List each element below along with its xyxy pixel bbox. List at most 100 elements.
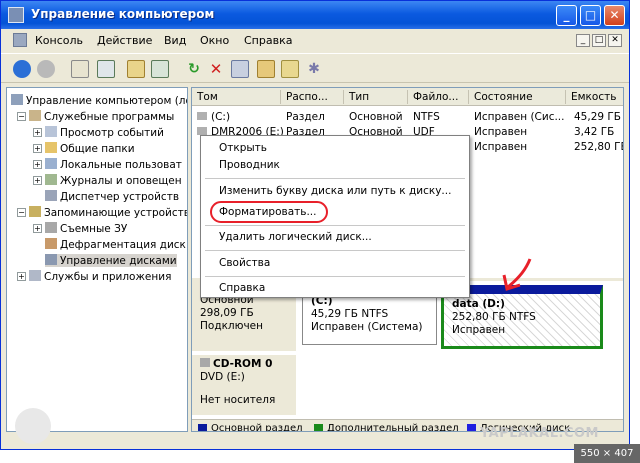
- menu-console[interactable]: Консоль: [35, 34, 83, 47]
- cdrom-0-label[interactable]: CD-ROM 0 DVD (E:) Нет носителя: [192, 355, 296, 415]
- collapse-toggle[interactable]: −: [17, 112, 26, 121]
- collapse-toggle[interactable]: −: [17, 208, 26, 217]
- users-icon: [45, 158, 57, 169]
- column-header-capacity[interactable]: Емкость: [571, 91, 616, 103]
- minimize-button[interactable]: _: [556, 5, 577, 26]
- menu-item-help[interactable]: Справка: [219, 282, 265, 294]
- cdrom-drive: DVD (E:): [200, 371, 245, 383]
- tree-item-device-manager[interactable]: Диспетчер устройств: [45, 190, 179, 203]
- column-header-type[interactable]: Тип: [349, 91, 369, 103]
- table-row[interactable]: (C:) Раздел Основной NTFS Исправен (Сис.…: [192, 110, 623, 125]
- tree-item-removable-storage[interactable]: Съемные ЗУ: [45, 222, 127, 235]
- tree-item-services-apps[interactable]: Службы и приложения: [29, 270, 171, 283]
- show-tree-icon[interactable]: [97, 60, 115, 78]
- open-folder-icon[interactable]: [257, 60, 275, 78]
- menu-item-delete-logical-drive[interactable]: Удалить логический диск...: [219, 231, 372, 243]
- menu-item-explore[interactable]: Проводник: [219, 159, 280, 171]
- menu-item-change-drive-letter[interactable]: Изменить букву диска или путь к диску...: [219, 185, 451, 197]
- menu-help[interactable]: Справка: [244, 34, 292, 47]
- partition-status: Исправен: [452, 324, 506, 336]
- partition-size: 45,29 ГБ NTFS: [311, 308, 389, 320]
- column-header-filesystem[interactable]: Файло...: [413, 91, 458, 103]
- check-disk-icon[interactable]: [231, 60, 249, 78]
- delete-icon[interactable]: ✕: [207, 60, 225, 78]
- expand-toggle[interactable]: +: [33, 176, 42, 185]
- expand-toggle[interactable]: +: [33, 144, 42, 153]
- removable-storage-icon: [45, 222, 57, 233]
- close-button[interactable]: ✕: [604, 5, 625, 26]
- logs-icon: [45, 174, 57, 185]
- disk-graphical-view: Основной 298,09 ГБ Подключен (C:) 45,29 …: [192, 278, 623, 432]
- settings-icon[interactable]: ✱: [305, 60, 323, 78]
- red-arrow-icon: [502, 258, 532, 291]
- image-size-badge: 550 × 407: [574, 444, 640, 463]
- properties-icon[interactable]: [127, 60, 145, 78]
- search-icon[interactable]: [281, 60, 299, 78]
- cell-capacity: 3,42 ГБ: [574, 126, 615, 138]
- legend-label-extended: Дополнительный раздел: [327, 423, 459, 432]
- mdi-close-button[interactable]: ✕: [608, 34, 622, 47]
- tree-item-computer-management[interactable]: Управление компьютером (ло: [11, 94, 187, 107]
- tree-item-shared-folders[interactable]: Общие папки: [45, 142, 135, 155]
- cell-status: Исправен: [474, 141, 528, 153]
- tree-item-disk-management[interactable]: Управление дисками: [45, 254, 177, 267]
- cdrom-icon: [200, 358, 210, 367]
- menu-window[interactable]: Окно: [200, 34, 229, 47]
- expand-toggle[interactable]: +: [17, 272, 26, 281]
- volume-list-header: Том Распо... Тип Файло... Состояние Емко…: [192, 88, 623, 106]
- disk-status: Подключен: [200, 320, 263, 332]
- cd-drive-icon: [197, 127, 207, 135]
- legend-label-primary: Основной раздел: [211, 423, 303, 432]
- cell-type: Основной: [349, 111, 403, 123]
- console-icon: [13, 33, 27, 47]
- legend-swatch-logical: [467, 424, 476, 431]
- column-header-status[interactable]: Состояние: [474, 91, 533, 103]
- shared-folder-icon: [45, 142, 57, 153]
- cdrom-title: CD-ROM 0: [200, 358, 288, 371]
- menu-item-open[interactable]: Открыть: [219, 142, 267, 154]
- tree-item-performance-logs[interactable]: Журналы и оповещен: [45, 174, 182, 187]
- title-bar[interactable]: Управление компьютером _ □ ✕: [1, 1, 629, 29]
- cell-layout: Раздел: [286, 111, 325, 123]
- cell-filesystem: NTFS: [413, 111, 440, 123]
- tree-item-event-viewer[interactable]: Просмотр событий: [45, 126, 164, 139]
- up-folder-icon[interactable]: [71, 60, 89, 78]
- device-manager-icon: [45, 190, 57, 201]
- tree-item-local-users[interactable]: Локальные пользоват: [45, 158, 182, 171]
- maximize-button[interactable]: □: [580, 5, 601, 26]
- legend-swatch-primary: [198, 424, 207, 431]
- cdrom-status: Нет носителя: [200, 394, 276, 406]
- cell-status: Исправен: [474, 126, 528, 138]
- partition-size: 252,80 ГБ NTFS: [452, 311, 536, 323]
- cell-volume: (C:): [197, 111, 230, 123]
- tree-item-storage[interactable]: Запоминающие устройства: [29, 206, 187, 219]
- mdi-restore-button[interactable]: □: [592, 34, 606, 47]
- disk-size: 298,09 ГБ: [200, 307, 254, 319]
- cell-capacity: 45,29 ГБ: [574, 111, 622, 123]
- forward-icon[interactable]: [37, 60, 55, 78]
- tree-item-defragmenter[interactable]: Дефрагментация диск: [45, 238, 186, 251]
- mdi-minimize-button[interactable]: _: [576, 34, 590, 47]
- console-tree: Управление компьютером (ло − Служебные п…: [6, 87, 188, 432]
- red-highlight-circle: [210, 201, 328, 223]
- menu-view[interactable]: Вид: [164, 34, 186, 47]
- drive-icon: [197, 112, 207, 120]
- tree-item-system-tools[interactable]: Служебные программы: [29, 110, 174, 123]
- lens-search-icon[interactable]: [15, 408, 51, 444]
- menu-action[interactable]: Действие: [97, 34, 152, 47]
- column-header-layout[interactable]: Распо...: [286, 91, 328, 103]
- partition-name: data (D:): [452, 298, 505, 310]
- refresh-icon[interactable]: ↻: [185, 60, 203, 78]
- menu-item-properties[interactable]: Свойства: [219, 257, 270, 269]
- computer-management-icon: [8, 7, 24, 23]
- legend-swatch-extended: [314, 424, 323, 431]
- toolbar: ↻ ✕ ✱: [1, 53, 629, 83]
- tools-icon: [29, 110, 41, 121]
- expand-toggle[interactable]: +: [33, 224, 42, 233]
- export-list-icon[interactable]: [151, 60, 169, 78]
- back-icon[interactable]: [13, 60, 31, 78]
- expand-toggle[interactable]: +: [33, 160, 42, 169]
- column-header-volume[interactable]: Том: [197, 91, 218, 103]
- defrag-icon: [45, 238, 57, 249]
- expand-toggle[interactable]: +: [33, 128, 42, 137]
